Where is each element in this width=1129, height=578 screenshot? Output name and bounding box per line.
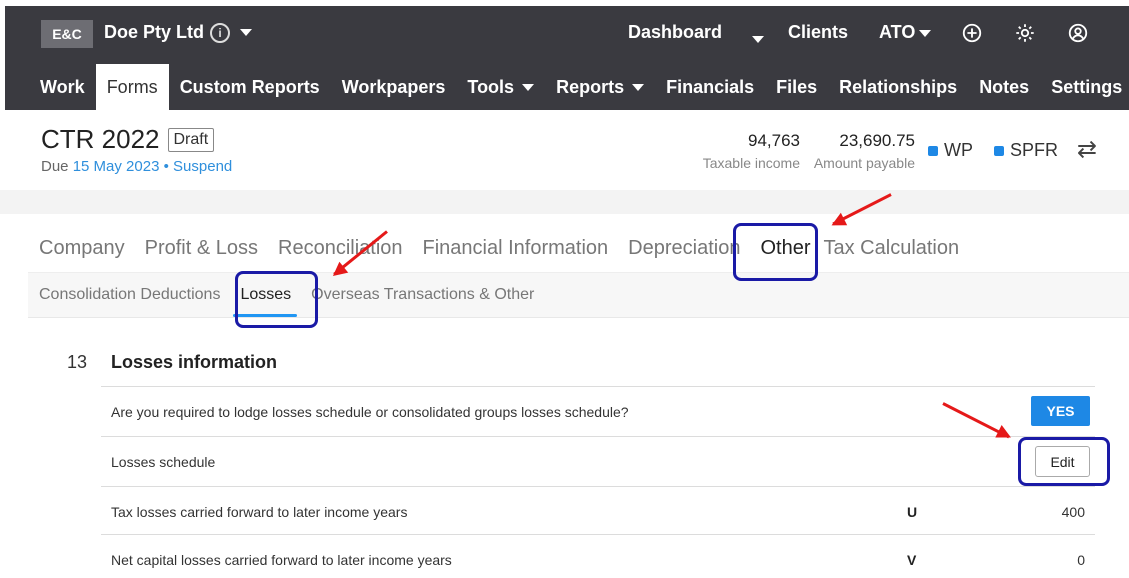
legend-spfr[interactable]: SPFR: [994, 140, 1058, 161]
content-separator: [0, 190, 1129, 214]
due-separator: •: [163, 158, 169, 175]
amount-payable-value: 23,690.75: [839, 131, 915, 150]
menu-custom-reports[interactable]: Custom Reports: [169, 64, 331, 110]
chevron-down-icon: [632, 83, 645, 91]
dashboard-link[interactable]: Dashboard: [628, 22, 722, 43]
company-selector[interactable]: Doe Pty Ltd i: [104, 22, 253, 43]
menu-relationships[interactable]: Relationships: [828, 64, 968, 110]
highlight-box-losses: [235, 271, 318, 328]
row-code: V: [907, 552, 917, 568]
tab-profit-loss[interactable]: Profit & Loss: [134, 228, 267, 268]
chevron-down-icon: [752, 35, 764, 43]
page-title: CTR 2022 Draft: [41, 124, 215, 155]
row-code: U: [907, 504, 918, 520]
info-icon[interactable]: i: [210, 22, 231, 43]
subtab-consolidation-deductions[interactable]: Consolidation Deductions: [28, 277, 230, 313]
highlight-box-other: [733, 223, 818, 281]
amount-payable-figure: 23,690.75 Amount payable: [800, 131, 915, 171]
row-label: Net capital losses carried forward to la…: [111, 552, 452, 568]
plus-circle-icon[interactable]: [961, 22, 983, 44]
row-label: Tax losses carried forward to later inco…: [111, 504, 408, 520]
spfr-marker: [994, 145, 1004, 156]
wp-label: WP: [944, 140, 973, 160]
due-line: Due 15 May 2023 • Suspend: [41, 158, 232, 175]
menu-forms[interactable]: Forms: [95, 64, 169, 110]
gear-icon[interactable]: [1014, 22, 1036, 44]
menu-tools-label: Tools: [467, 76, 515, 97]
row-label: Losses schedule: [111, 454, 216, 470]
status-badge: Draft: [167, 127, 215, 152]
app-logo[interactable]: E&C: [41, 20, 93, 48]
menu-files[interactable]: Files: [765, 64, 828, 110]
taxable-income-value: 94,763: [748, 131, 800, 150]
company-name: Doe Pty Ltd: [104, 22, 205, 42]
menu-notes[interactable]: Notes: [968, 64, 1040, 110]
taxable-income-label: Taxable income: [702, 155, 800, 171]
dashboard-dropdown[interactable]: [748, 28, 764, 49]
top-navigation-bar: E&C Doe Pty Ltd i Dashboard Clients ATO …: [5, 6, 1129, 110]
yes-toggle-button[interactable]: YES: [1031, 396, 1090, 426]
ato-menu[interactable]: ATO: [879, 22, 932, 43]
chevron-down-icon: [522, 83, 535, 91]
menu-workpapers[interactable]: Workpapers: [331, 64, 457, 110]
chevron-down-icon: [919, 29, 932, 37]
table-row: Are you required to lodge losses schedul…: [101, 386, 1095, 436]
taxable-income-figure: 94,763 Taxable income: [695, 131, 800, 171]
table-row: Losses schedule: [101, 436, 1095, 486]
clients-link[interactable]: Clients: [788, 22, 848, 43]
tab-tax-calculation[interactable]: Tax Calculation: [820, 228, 969, 268]
form-tabs: Company Profit & Loss Reconciliation Fin…: [28, 226, 969, 276]
section-number: 13: [67, 352, 88, 372]
tax-losses-value[interactable]: 400: [1062, 504, 1085, 520]
subtab-overseas-transactions[interactable]: Overseas Transactions & Other: [299, 277, 544, 313]
table-row: Tax losses carried forward to later inco…: [101, 486, 1095, 534]
spfr-label: SPFR: [1010, 140, 1059, 160]
menu-settings-label: Settings: [1051, 76, 1123, 97]
highlight-box-edit: [1018, 437, 1110, 486]
due-date-link[interactable]: 15 May 2023: [73, 158, 160, 175]
menu-work[interactable]: Work: [29, 64, 96, 110]
tab-depreciation[interactable]: Depreciation: [617, 228, 749, 268]
ato-label: ATO: [879, 22, 916, 42]
table-row: Net capital losses carried forward to la…: [101, 534, 1095, 578]
row-label: Are you required to lodge losses schedul…: [111, 404, 629, 420]
menu-settings[interactable]: Settings: [1040, 64, 1129, 110]
chevron-down-icon[interactable]: [240, 29, 253, 36]
tab-company[interactable]: Company: [28, 228, 134, 268]
due-prefix: Due: [41, 158, 69, 175]
legend-wp[interactable]: WP: [928, 140, 973, 161]
main-menu: Work Forms Custom Reports Workpapers Too…: [29, 64, 1129, 110]
tab-financial-information[interactable]: Financial Information: [412, 228, 618, 268]
swap-arrows-icon[interactable]: ⇄: [1077, 135, 1097, 164]
menu-reports[interactable]: Reports: [545, 64, 655, 110]
return-title: CTR 2022: [41, 124, 160, 154]
menu-financials[interactable]: Financials: [655, 64, 765, 110]
menu-reports-label: Reports: [556, 76, 625, 97]
amount-payable-label: Amount payable: [813, 155, 915, 171]
suspend-link[interactable]: Suspend: [173, 158, 232, 175]
section-title: Losses information: [111, 352, 278, 372]
menu-tools[interactable]: Tools: [456, 64, 545, 110]
wp-marker: [928, 145, 938, 156]
user-circle-icon[interactable]: [1067, 22, 1089, 44]
net-capital-losses-value[interactable]: 0: [1077, 552, 1085, 568]
